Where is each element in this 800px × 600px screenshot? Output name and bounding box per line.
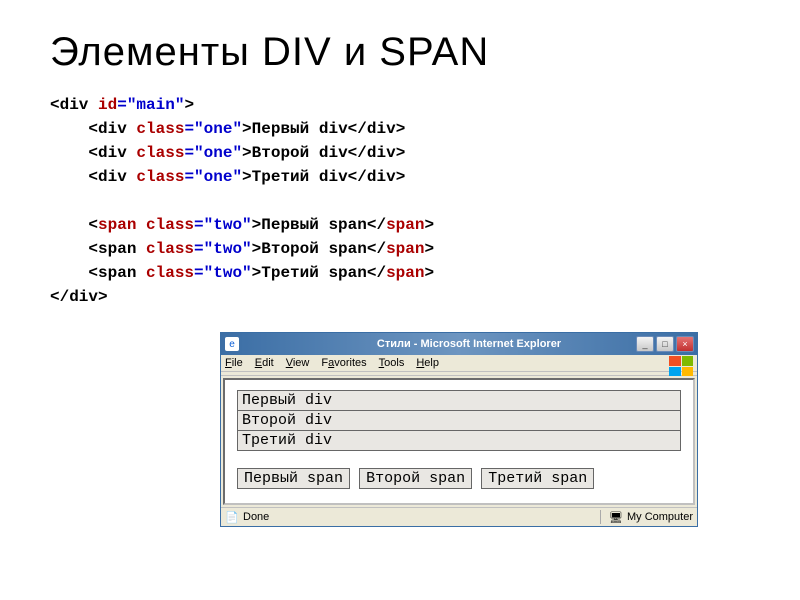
code-attr: class [136,168,184,186]
span-output-3: Третий span [481,468,594,489]
code-tag: <div [50,96,98,114]
code-tag: div [367,144,396,162]
code-tag: <span [50,264,146,282]
ie-icon: e [225,337,239,351]
status-zone: My Computer [627,511,693,523]
menu-file[interactable]: File [225,357,243,369]
mycomputer-icon: 🖥 [609,510,623,524]
close-button[interactable]: × [676,336,694,352]
code-tag: span [386,264,424,282]
browser-window: e Стили - Microsoft Internet Explorer _ … [220,332,698,527]
code-val: ="one" [184,168,242,186]
menu-view[interactable]: View [286,357,310,369]
code-text: >Первый div</ [242,120,367,138]
code-val: ="two" [194,216,252,234]
windows-logo-icon [669,356,693,376]
code-tag: < [50,216,98,234]
code-tag: div [367,168,396,186]
code-block: <div id="main"> <div class="one">Первый … [50,93,750,309]
code-text: >Третий div</ [242,168,367,186]
menubar: File Edit View Favorites Tools Help [221,355,697,372]
div-output-3: Третий div [237,430,681,451]
code-attr: span class [98,216,194,234]
code-tag: <div [50,120,136,138]
page-title: Элементы DIV и SPAN [50,30,750,75]
code-attr: class [136,144,184,162]
code-tag: > [396,168,406,186]
code-attr: id [98,96,117,114]
menu-tools[interactable]: Tools [379,357,405,369]
code-val: ="one" [184,120,242,138]
code-tag: > [424,264,434,282]
code-attr: class [136,120,184,138]
minimize-button[interactable]: _ [636,336,654,352]
code-tag: > [424,216,434,234]
browser-viewport: Первый div Второй div Третий div Первый … [223,378,695,505]
window-title: Стили - Microsoft Internet Explorer [245,338,693,350]
code-text: >Третий span</ [252,264,386,282]
done-icon: 📄 [225,510,239,524]
menu-favorites[interactable]: Favorites [321,357,366,369]
status-bar: 📄 Done 🖥 My Computer [221,507,697,526]
code-tag: <div [50,168,136,186]
code-text: >Второй div</ [242,144,367,162]
code-tag: > [184,96,194,114]
code-text: >Второй span</ [252,240,386,258]
code-tag: span [386,216,424,234]
code-attr: class [146,240,194,258]
menu-help[interactable]: Help [416,357,439,369]
code-tag: <span [50,240,146,258]
window-titlebar: e Стили - Microsoft Internet Explorer _ … [221,333,697,355]
code-tag: > [424,240,434,258]
div-output-2: Второй div [237,410,681,431]
code-val: ="one" [184,144,242,162]
code-tag: > [396,144,406,162]
code-tag: </div> [50,288,108,306]
span-output-2: Второй span [359,468,472,489]
menu-edit[interactable]: Edit [255,357,274,369]
code-val: ="two" [194,264,252,282]
code-tag: <div [50,144,136,162]
maximize-button[interactable]: □ [656,336,674,352]
span-output-1: Первый span [237,468,350,489]
code-attr: class [146,264,194,282]
code-text: >Первый span</ [252,216,386,234]
code-val: ="main" [117,96,184,114]
code-tag: span [386,240,424,258]
div-output-1: Первый div [237,390,681,411]
code-tag: > [396,120,406,138]
status-done: Done [243,511,269,523]
code-val: ="two" [194,240,252,258]
code-tag: div [367,120,396,138]
